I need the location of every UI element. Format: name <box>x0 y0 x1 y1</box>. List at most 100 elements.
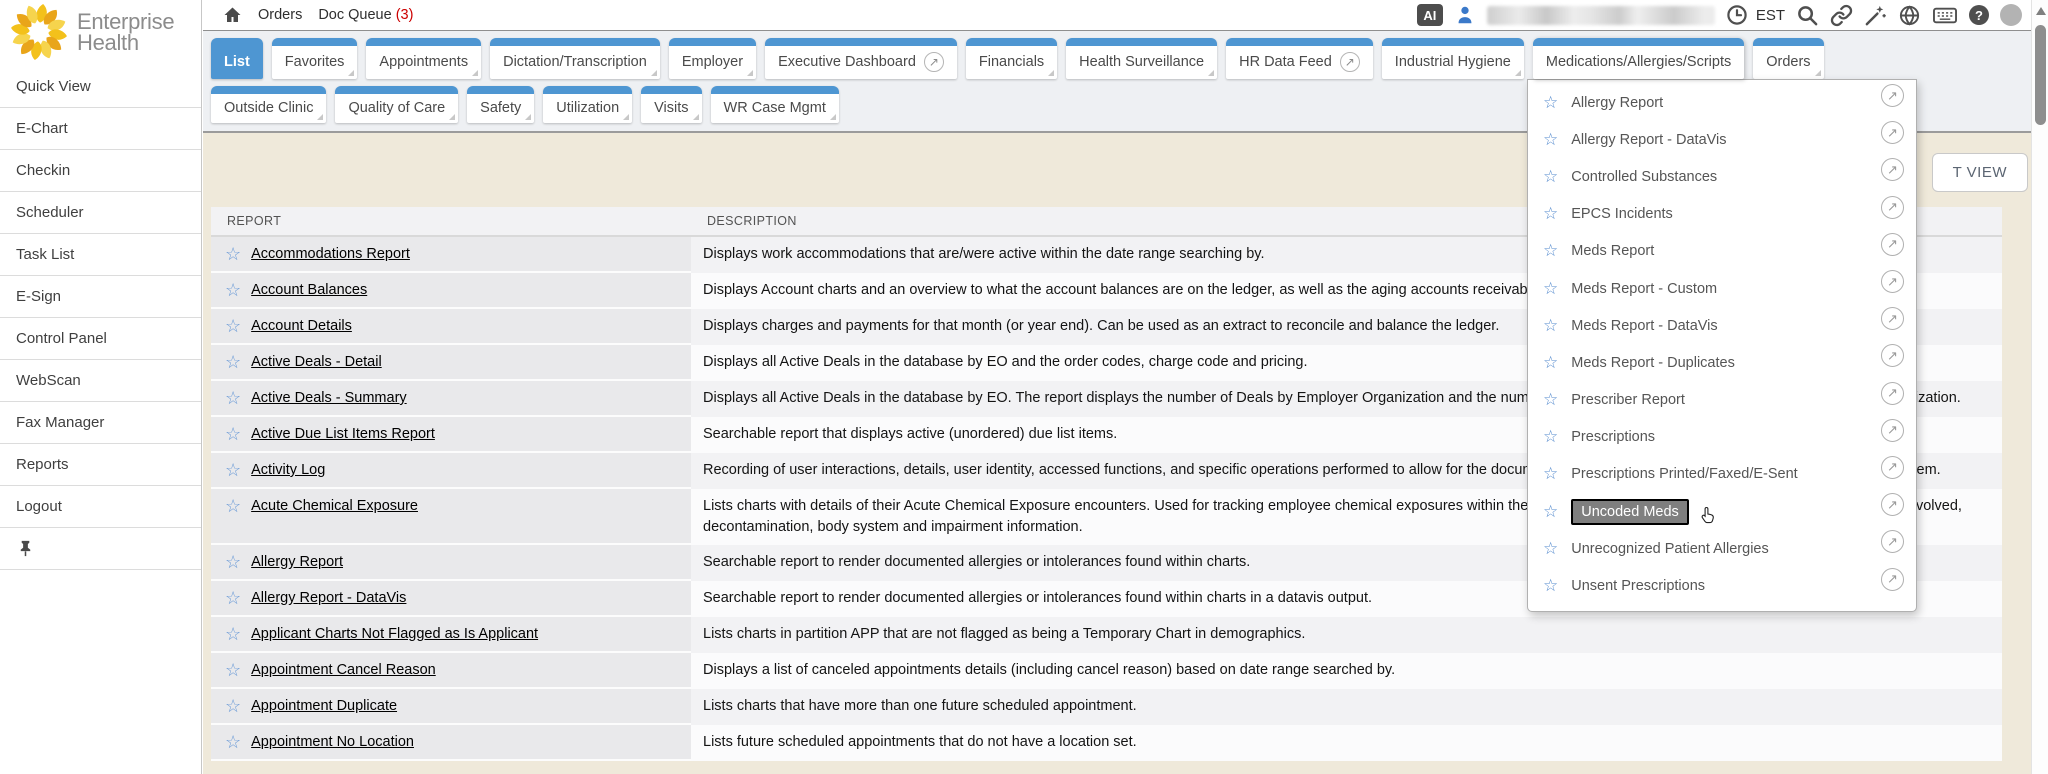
sidebar-item[interactable]: Task List <box>0 234 201 276</box>
favorite-star-icon[interactable]: ☆ <box>225 424 241 444</box>
favorite-star-icon[interactable]: ☆ <box>1543 167 1558 187</box>
breadcrumb-doc-queue[interactable]: Doc Queue (3) <box>318 7 413 23</box>
open-new-window-icon[interactable]: ↗ <box>1340 52 1360 72</box>
menu-item[interactable]: ☆ Meds Report ↗ <box>1528 233 1916 270</box>
report-link[interactable]: Appointment No Location <box>251 732 414 752</box>
menu-item[interactable]: ☆ Prescriber Report ↗ <box>1528 382 1916 419</box>
favorite-star-icon[interactable]: ☆ <box>1543 427 1558 447</box>
sidebar-item[interactable]: Scheduler <box>0 192 201 234</box>
favorite-star-icon[interactable]: ☆ <box>1543 502 1558 522</box>
favorite-star-icon[interactable]: ☆ <box>1543 241 1558 261</box>
open-new-window-icon[interactable]: ↗ <box>924 52 944 72</box>
report-link[interactable]: Activity Log <box>251 460 325 480</box>
user-icon[interactable] <box>1454 4 1476 26</box>
tab[interactable]: Safety <box>467 86 534 123</box>
open-new-window-icon[interactable]: ↗ <box>1881 158 1904 181</box>
tab[interactable]: HR Data Feed ↗ <box>1226 38 1373 79</box>
menu-item[interactable]: ☆ Uncoded Meds ↗ <box>1528 493 1916 530</box>
favorite-star-icon[interactable]: ☆ <box>225 496 241 516</box>
report-link[interactable]: Accommodations Report <box>251 244 410 264</box>
sidebar-item[interactable]: Reports <box>0 444 201 486</box>
scroll-up-arrow-icon[interactable] <box>2036 7 2046 15</box>
favorite-star-icon[interactable]: ☆ <box>225 696 241 716</box>
tab[interactable]: Appointments <box>366 38 481 79</box>
report-link[interactable]: Active Deals - Summary <box>251 388 407 408</box>
tab[interactable]: Orders <box>1753 38 1823 79</box>
open-new-window-icon[interactable]: ↗ <box>1881 121 1904 144</box>
favorite-star-icon[interactable]: ☆ <box>1543 130 1558 150</box>
tab[interactable]: Quality of Care <box>335 86 458 123</box>
tab[interactable]: Executive Dashboard ↗ <box>765 38 957 79</box>
tab[interactable]: Industrial Hygiene <box>1382 38 1524 79</box>
tab[interactable]: WR Case Mgmt <box>711 86 839 123</box>
menu-item[interactable]: ☆ Prescriptions ↗ <box>1528 419 1916 456</box>
favorite-star-icon[interactable]: ☆ <box>225 352 241 372</box>
tab[interactable]: Favorites <box>272 38 358 79</box>
favorite-star-icon[interactable]: ☆ <box>225 280 241 300</box>
open-new-window-icon[interactable]: ↗ <box>1881 196 1904 219</box>
report-link[interactable]: Account Balances <box>251 280 367 300</box>
sidebar-item[interactable]: Control Panel <box>0 318 201 360</box>
favorite-star-icon[interactable]: ☆ <box>1543 204 1558 224</box>
report-link[interactable]: Applicant Charts Not Flagged as Is Appli… <box>251 624 538 644</box>
sidebar-item[interactable]: E-Sign <box>0 276 201 318</box>
help-icon[interactable]: ? <box>1969 5 1989 25</box>
favorite-star-icon[interactable]: ☆ <box>1543 353 1558 373</box>
menu-item[interactable]: ☆ Unsent Prescriptions ↗ <box>1528 567 1916 604</box>
enterprise-health-logo[interactable]: Enterprise Health <box>0 0 201 66</box>
tab[interactable]: Financials <box>966 38 1057 79</box>
favorite-star-icon[interactable]: ☆ <box>1543 93 1558 113</box>
menu-item[interactable]: ☆ Meds Report - Duplicates ↗ <box>1528 344 1916 381</box>
favorite-star-icon[interactable]: ☆ <box>225 460 241 480</box>
open-new-window-icon[interactable]: ↗ <box>1881 344 1904 367</box>
sidebar-item[interactable]: E-Chart <box>0 108 201 150</box>
open-new-window-icon[interactable]: ↗ <box>1881 84 1904 107</box>
sidebar-item[interactable]: WebScan <box>0 360 201 402</box>
report-link[interactable]: Active Deals - Detail <box>251 352 382 372</box>
avatar[interactable] <box>2000 4 2022 26</box>
menu-item[interactable]: ☆ Meds Report - DataVis ↗ <box>1528 307 1916 344</box>
tab[interactable]: Utilization <box>543 86 632 123</box>
globe-icon[interactable] <box>1898 4 1921 27</box>
sidebar-item[interactable]: Quick View <box>0 66 201 108</box>
menu-item[interactable]: ☆ EPCS Incidents ↗ <box>1528 196 1916 233</box>
keyboard-icon[interactable] <box>1932 5 1958 26</box>
open-new-window-icon[interactable]: ↗ <box>1881 456 1904 479</box>
wand-icon[interactable] <box>1864 4 1887 27</box>
menu-item[interactable]: ☆ Meds Report - Custom ↗ <box>1528 270 1916 307</box>
breadcrumb-orders[interactable]: Orders <box>258 7 302 23</box>
open-new-window-icon[interactable]: ↗ <box>1881 382 1904 405</box>
clock-icon[interactable] <box>1726 4 1748 26</box>
tab[interactable]: List <box>211 38 263 79</box>
menu-item[interactable]: ☆ Unrecognized Patient Allergies ↗ <box>1528 530 1916 567</box>
tab[interactable]: Health Surveillance <box>1066 38 1217 79</box>
favorite-star-icon[interactable]: ☆ <box>1543 279 1558 299</box>
view-button[interactable]: T VIEW <box>1932 153 2028 192</box>
menu-item[interactable]: ☆ Allergy Report - DataVis ↗ <box>1528 121 1916 158</box>
favorite-star-icon[interactable]: ☆ <box>1543 539 1558 559</box>
favorite-star-icon[interactable]: ☆ <box>225 552 241 572</box>
favorite-star-icon[interactable]: ☆ <box>225 732 241 752</box>
open-new-window-icon[interactable]: ↗ <box>1881 530 1904 553</box>
open-new-window-icon[interactable]: ↗ <box>1881 493 1904 516</box>
favorite-star-icon[interactable]: ☆ <box>1543 464 1558 484</box>
report-link[interactable]: Active Due List Items Report <box>251 424 435 444</box>
open-new-window-icon[interactable]: ↗ <box>1881 270 1904 293</box>
favorite-star-icon[interactable]: ☆ <box>225 624 241 644</box>
open-new-window-icon[interactable]: ↗ <box>1881 419 1904 442</box>
tab[interactable]: Employer <box>669 38 756 79</box>
tab[interactable]: Outside Clinic <box>211 86 326 123</box>
report-link[interactable]: Allergy Report <box>251 552 343 572</box>
report-link[interactable]: Acute Chemical Exposure <box>251 496 418 516</box>
home-icon[interactable] <box>223 6 242 24</box>
sidebar-item[interactable]: Logout <box>0 486 201 528</box>
report-link[interactable]: Allergy Report - DataVis <box>251 588 406 608</box>
sidebar-item[interactable]: Checkin <box>0 150 201 192</box>
open-new-window-icon[interactable]: ↗ <box>1881 233 1904 256</box>
ai-badge[interactable]: AI <box>1417 4 1443 26</box>
menu-item[interactable]: ☆ Prescriptions Printed/Faxed/E-Sent ↗ <box>1528 456 1916 493</box>
menu-item[interactable]: ☆ Allergy Report ↗ <box>1528 84 1916 121</box>
report-link[interactable]: Appointment Duplicate <box>251 696 397 716</box>
favorite-star-icon[interactable]: ☆ <box>225 388 241 408</box>
scrollbar-thumb[interactable] <box>2035 25 2046 125</box>
